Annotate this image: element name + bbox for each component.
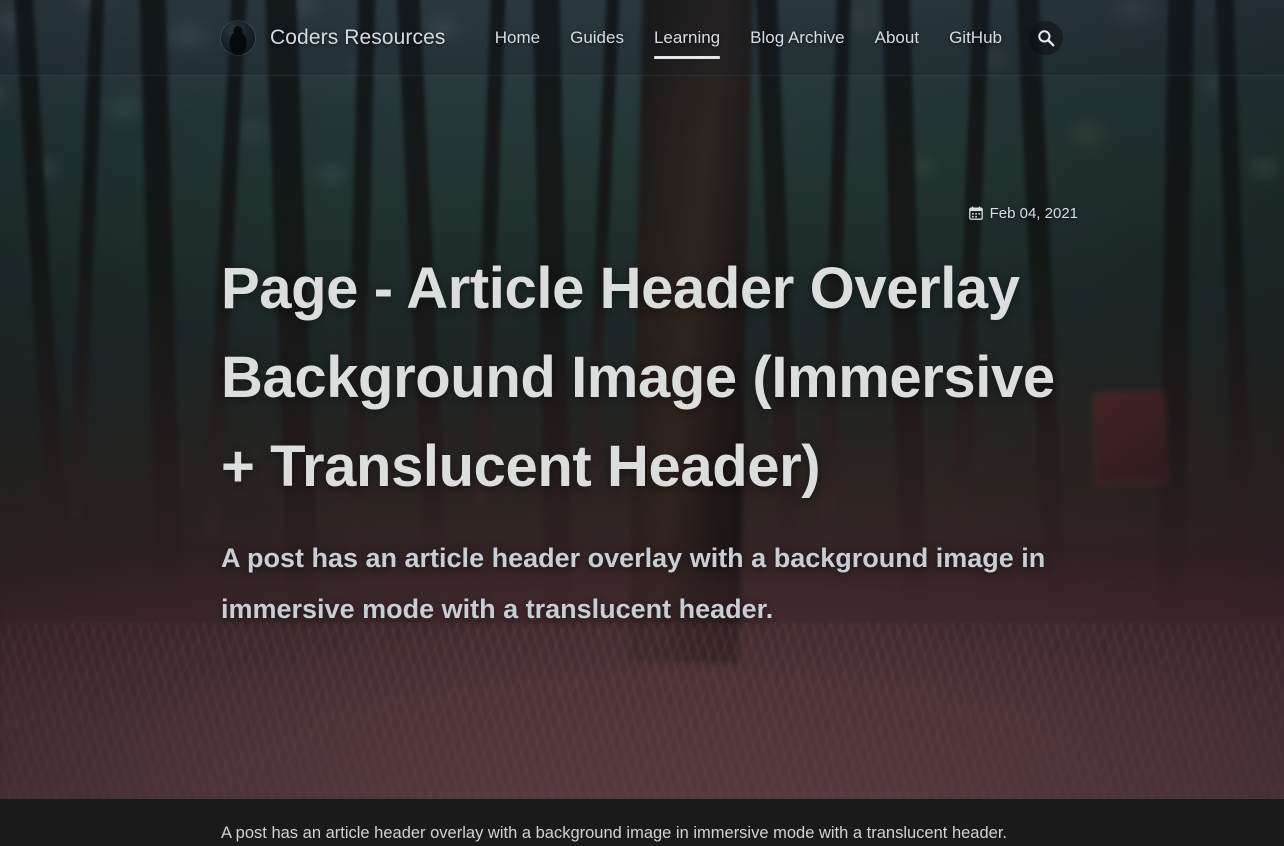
- calendar-icon: [968, 206, 983, 220]
- article-header-overlay: Feb 04, 2021 Page - Article Header Overl…: [0, 0, 1284, 799]
- main-navigation: Home Guides Learning Blog Archive About …: [480, 20, 1063, 59]
- post-date: Feb 04, 2021: [968, 204, 1078, 222]
- page-root: Feb 04, 2021 Page - Article Header Overl…: [0, 0, 1284, 846]
- nav-item-blog-archive[interactable]: Blog Archive: [735, 22, 860, 54]
- post-date-label: Feb 04, 2021: [989, 204, 1078, 222]
- nav-item-guides[interactable]: Guides: [555, 22, 639, 54]
- nav-item-home[interactable]: Home: [480, 22, 555, 54]
- brand-name: Coders Resources: [270, 25, 446, 49]
- article-body: A post has an article header overlay wit…: [0, 799, 1284, 846]
- site-header: Coders Resources Home Guides Learning Bl…: [0, 0, 1284, 76]
- search-icon[interactable]: [1029, 20, 1063, 55]
- nav-item-github[interactable]: GitHub: [934, 22, 1017, 54]
- nav-item-about[interactable]: About: [860, 22, 934, 54]
- page-subtitle: A post has an article header overlay wit…: [221, 543, 1046, 624]
- article-body-text: A post has an article header overlay wit…: [221, 824, 1008, 842]
- article-header-content: Feb 04, 2021 Page - Article Header Overl…: [221, 0, 1081, 799]
- brand-link[interactable]: Coders Resources: [221, 20, 446, 55]
- owl-avatar-logo-icon: [221, 20, 255, 55]
- nav-item-learning[interactable]: Learning: [639, 22, 735, 59]
- page-title: Page - Article Header Overlay Background…: [221, 255, 1055, 500]
